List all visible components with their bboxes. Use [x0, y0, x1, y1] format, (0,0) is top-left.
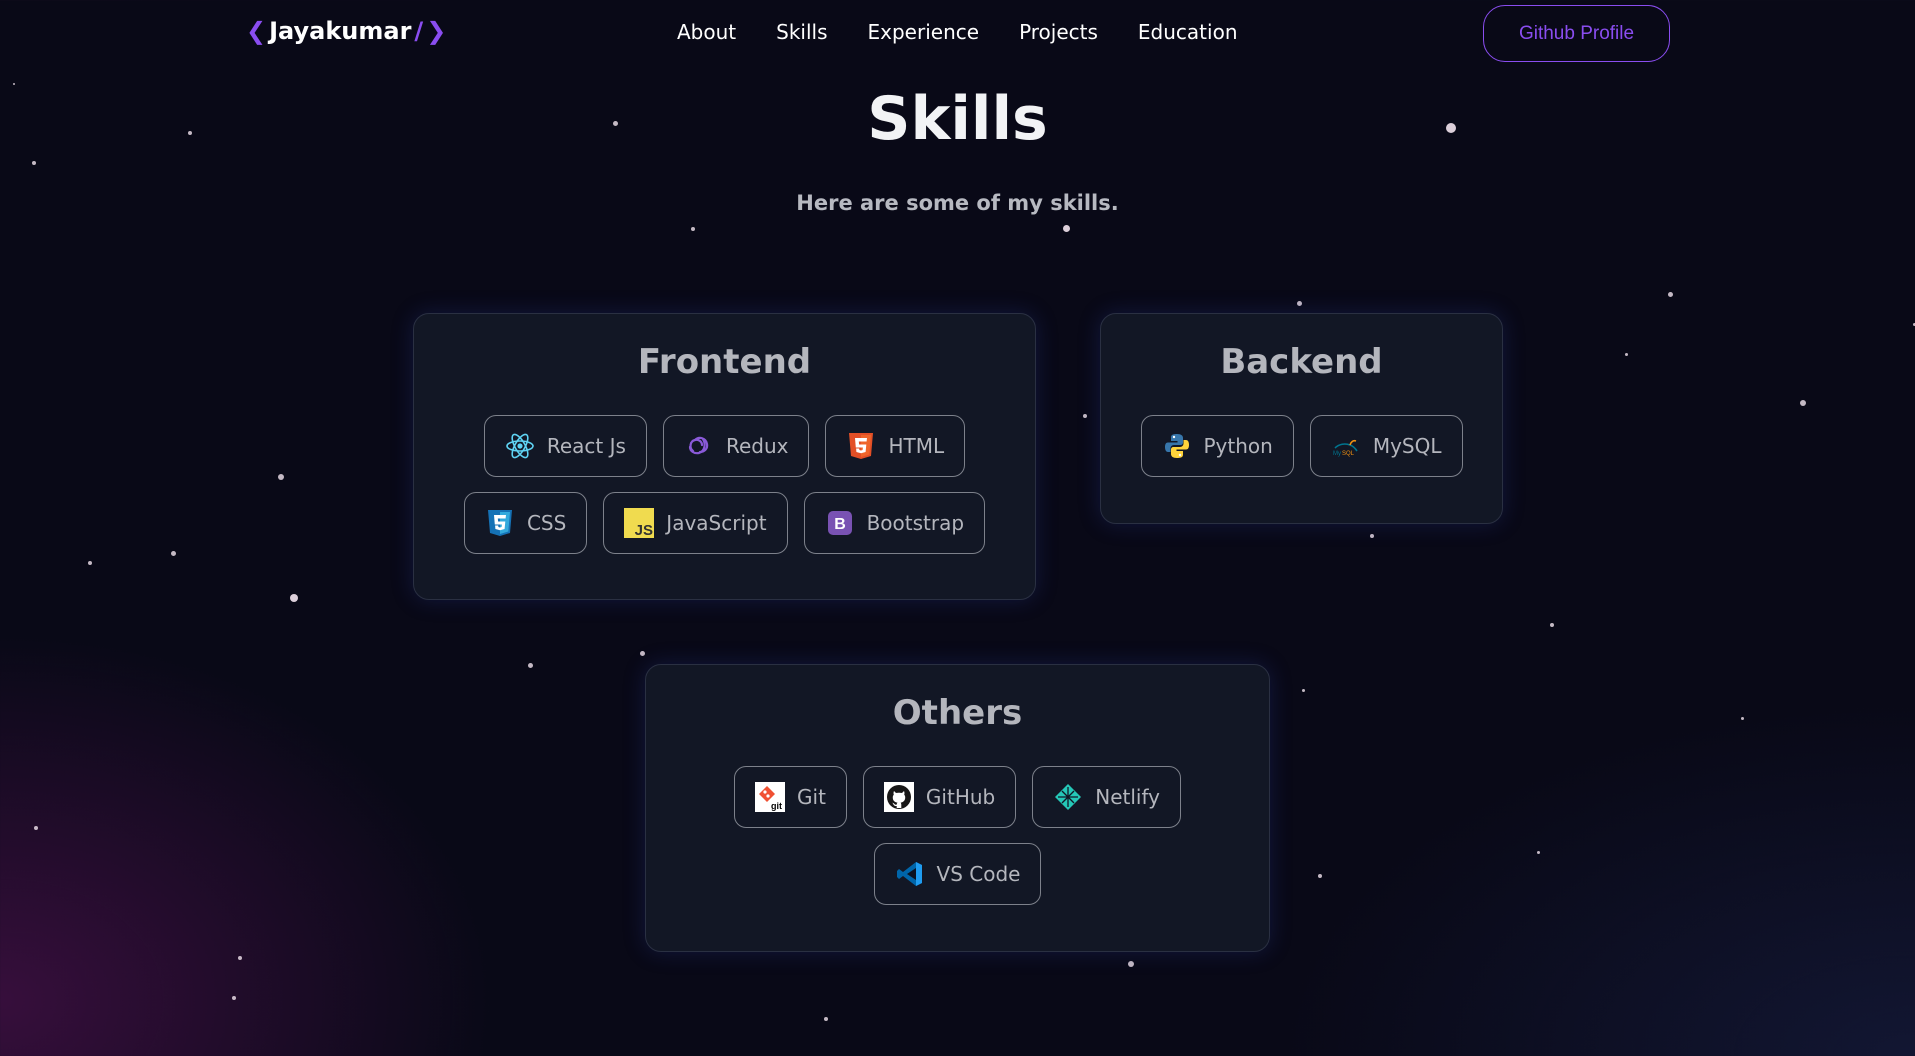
- html5-icon: [846, 431, 876, 461]
- logo-slash: /: [414, 17, 424, 45]
- skill-chip-python[interactable]: Python: [1140, 415, 1294, 477]
- skill-label: JavaScript: [666, 511, 767, 535]
- skill-label: Bootstrap: [866, 511, 965, 535]
- backend-title: Backend: [1220, 342, 1383, 382]
- skill-chip-netlify[interactable]: Netlify: [1032, 766, 1181, 828]
- svg-text:My: My: [1333, 451, 1341, 457]
- backend-row-1: Python My SQL MySQL: [1101, 415, 1502, 477]
- nav-link-education[interactable]: Education: [1138, 20, 1238, 44]
- star-dot: [1668, 292, 1673, 297]
- react-icon: [505, 431, 535, 461]
- skill-label: MySQL: [1372, 434, 1442, 458]
- star-dot: [278, 474, 284, 480]
- redux-icon: [684, 431, 714, 461]
- others-row-1: git Git GitHub Netlify: [646, 766, 1269, 828]
- skill-label: Netlify: [1095, 785, 1160, 809]
- star-dot: [1800, 400, 1806, 406]
- git-icon: git: [755, 782, 786, 812]
- skill-chip-html[interactable]: HTML: [825, 415, 966, 477]
- skill-label: HTML: [888, 434, 945, 458]
- star-dot: [824, 1017, 828, 1021]
- skill-chip-react[interactable]: React Js: [483, 415, 647, 477]
- netlify-icon: [1053, 782, 1083, 812]
- skill-chip-mysql[interactable]: My SQL MySQL: [1309, 415, 1463, 477]
- backend-card: Backend Python My SQL MySQL: [1100, 313, 1503, 524]
- page-title: Skills: [867, 84, 1048, 154]
- frontend-card: Frontend React Js Redux HTML CSS JS Java…: [413, 313, 1036, 600]
- star-dot: [1128, 961, 1134, 967]
- others-row-2: VS Code: [646, 843, 1269, 905]
- frontend-row-2: CSS JS JavaScript B Bootstrap: [414, 492, 1035, 554]
- skill-label: Git: [797, 785, 826, 809]
- nav-links: About Skills Experience Projects Educati…: [677, 20, 1238, 44]
- nav-link-projects[interactable]: Projects: [1019, 20, 1098, 44]
- vscode-icon: [895, 859, 925, 889]
- star-dot: [1370, 534, 1374, 538]
- svg-text:B: B: [834, 516, 846, 533]
- star-dot: [290, 594, 298, 602]
- star-dot: [1625, 353, 1628, 356]
- top-navbar: ❮ Jayakumar / ❯ About Skills Experience …: [0, 0, 1915, 66]
- star-dot: [1297, 301, 1302, 306]
- skill-chip-css[interactable]: CSS: [463, 492, 588, 554]
- star-dot: [32, 161, 36, 165]
- svg-text:git: git: [771, 801, 782, 811]
- logo[interactable]: ❮ Jayakumar / ❯: [246, 17, 446, 45]
- python-icon: [1162, 431, 1192, 461]
- star-dot: [1741, 717, 1744, 720]
- star-dot: [238, 956, 242, 960]
- others-title: Others: [892, 693, 1023, 733]
- nav-link-experience[interactable]: Experience: [868, 20, 980, 44]
- skill-label: Redux: [725, 434, 789, 458]
- frontend-title: Frontend: [637, 342, 812, 382]
- star-dot: [1318, 874, 1322, 878]
- skill-label: GitHub: [925, 785, 996, 809]
- skill-chip-git[interactable]: git Git: [734, 766, 847, 828]
- skill-chip-vscode[interactable]: VS Code: [873, 843, 1042, 905]
- mysql-icon: My SQL: [1331, 431, 1361, 461]
- skill-label: Python: [1203, 434, 1273, 458]
- skill-chip-github[interactable]: GitHub: [862, 766, 1017, 828]
- star-dot: [1302, 689, 1305, 692]
- star-dot: [232, 996, 236, 1000]
- skill-label: React Js: [546, 434, 626, 458]
- star-dot: [691, 227, 695, 231]
- skill-label: VS Code: [936, 862, 1021, 886]
- nav-link-about[interactable]: About: [677, 20, 736, 44]
- page-subtitle: Here are some of my skills.: [796, 191, 1119, 215]
- nav-link-skills[interactable]: Skills: [776, 20, 827, 44]
- bootstrap-icon: B: [825, 508, 855, 538]
- svg-text:JS: JS: [635, 522, 653, 538]
- chevron-left-icon: ❮: [246, 17, 267, 45]
- star-dot: [528, 663, 533, 668]
- css3-icon: [485, 508, 515, 538]
- chevron-right-icon: ❯: [426, 17, 447, 45]
- logo-text: Jayakumar: [269, 17, 412, 45]
- star-dot: [88, 561, 92, 565]
- frontend-row-1: React Js Redux HTML: [414, 415, 1035, 477]
- skill-chip-javascript[interactable]: JS JavaScript: [603, 492, 788, 554]
- star-dot: [640, 651, 645, 656]
- star-dot: [1537, 851, 1540, 854]
- github-icon: [883, 782, 914, 812]
- svg-text:SQL: SQL: [1342, 451, 1355, 457]
- star-dot: [171, 551, 176, 556]
- others-card: Others git Git GitHub Netlify VS Code: [645, 664, 1270, 952]
- javascript-icon: JS: [624, 508, 655, 538]
- star-dot: [1063, 225, 1070, 232]
- star-dot: [1083, 414, 1087, 418]
- star-dot: [34, 826, 38, 830]
- skill-chip-redux[interactable]: Redux: [662, 415, 810, 477]
- skill-label: CSS: [526, 511, 567, 535]
- skill-chip-bootstrap[interactable]: B Bootstrap: [803, 492, 986, 554]
- star-dot: [1550, 623, 1554, 627]
- github-profile-button[interactable]: Github Profile: [1483, 5, 1670, 62]
